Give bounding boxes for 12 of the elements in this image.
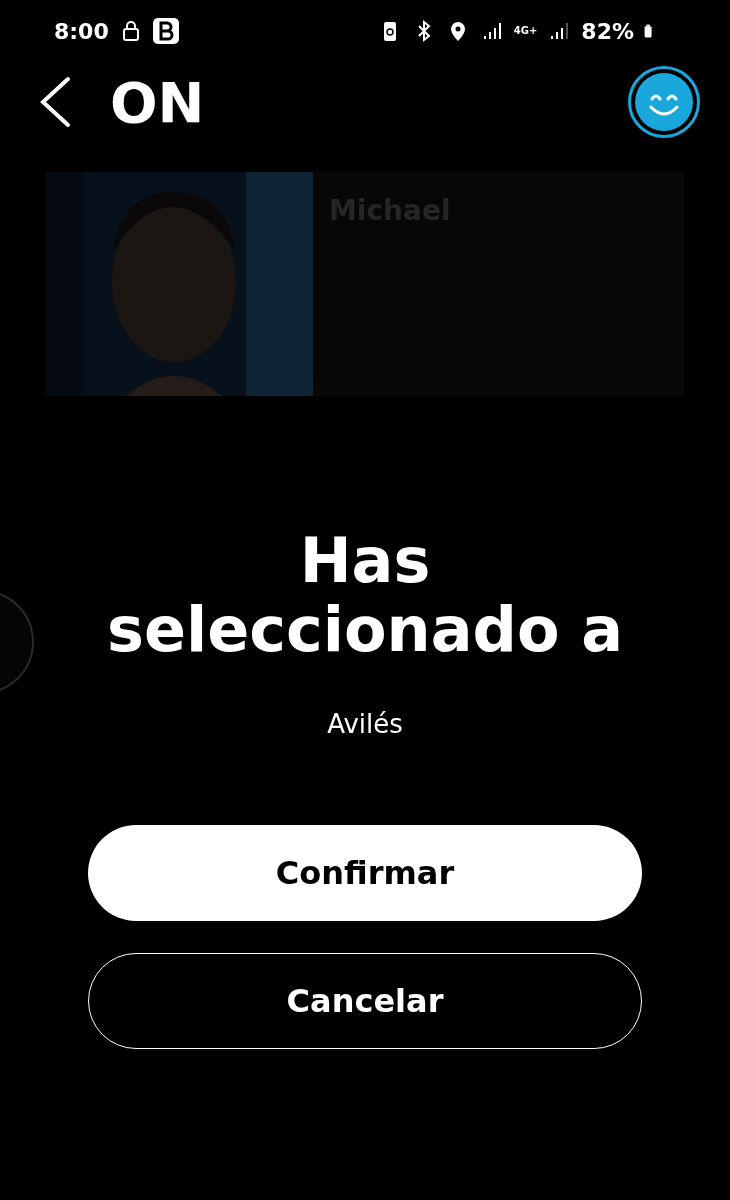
dialog-subtitle: Avilés [327,708,403,739]
battery-percent: 82% [581,18,634,44]
status-time: 8:00 [54,18,109,44]
smiley-icon [635,73,693,131]
app-badge-icon [152,18,179,44]
profile-avatar[interactable] [628,66,700,138]
back-icon[interactable] [38,76,72,128]
dialog-title: Has seleccionado a [106,526,624,665]
network-label: 4G+ [513,26,538,36]
page-title: ON [110,69,206,135]
confirm-button[interactable]: Confirmar [88,824,642,921]
cancel-button[interactable]: Cancelar [88,952,642,1049]
